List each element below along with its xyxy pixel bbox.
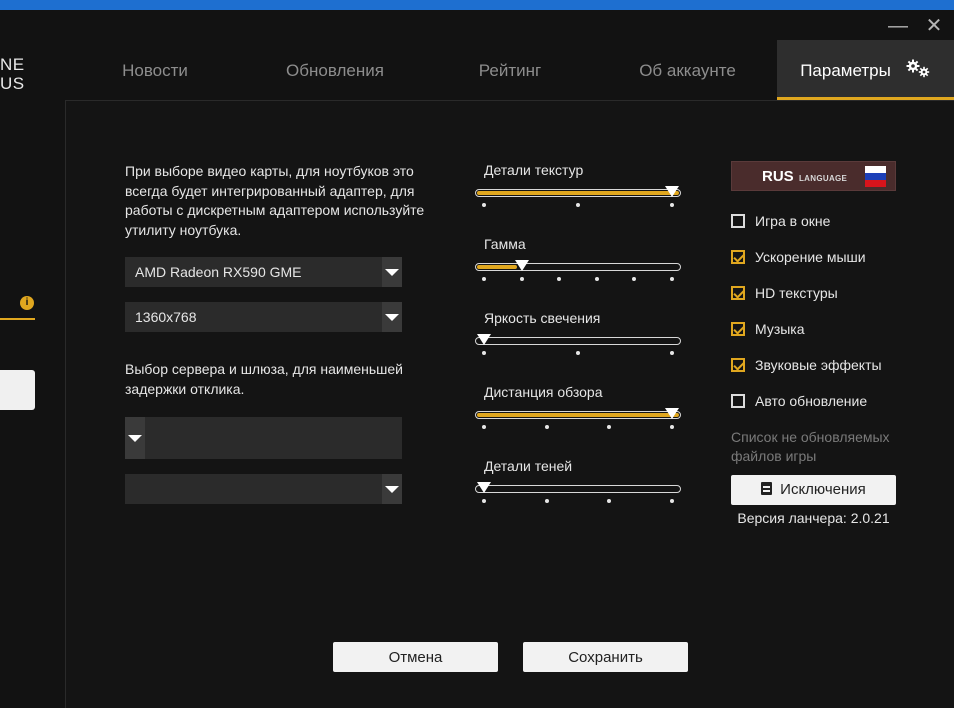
gpu-select-value: AMD Radeon RX590 GME <box>135 264 302 280</box>
language-code: RUS <box>762 168 794 185</box>
cancel-button[interactable]: Отмена <box>333 642 498 672</box>
checkbox-unchecked[interactable] <box>731 214 745 228</box>
option-label: Звуковые эффекты <box>755 357 882 373</box>
option-row[interactable]: Игра в окне <box>731 211 830 231</box>
gear-icon <box>905 43 931 78</box>
resolution-select[interactable]: 1360x768 <box>125 302 402 332</box>
tab-bar: Новости Обновления Рейтинг Об аккаунте П… <box>65 40 954 100</box>
info-icon[interactable]: i <box>20 296 34 310</box>
tab-rating[interactable]: Рейтинг <box>455 40 565 100</box>
option-label: Авто обновление <box>755 393 868 409</box>
resolution-select-value: 1360x768 <box>135 309 197 325</box>
logo-line-1: NE <box>0 55 25 74</box>
slider-step-dot <box>482 203 486 207</box>
slider-label: Гамма <box>484 236 526 252</box>
slider-step-dot <box>482 277 486 281</box>
slider-track[interactable] <box>475 337 681 345</box>
left-panel-divider <box>0 318 35 320</box>
slider-thumb[interactable] <box>514 260 529 271</box>
chevron-down-icon <box>125 417 145 459</box>
option-label: Игра в окне <box>755 213 831 229</box>
slider-fill <box>477 413 679 417</box>
language-word: LANGUAGE <box>799 174 848 183</box>
server-select[interactable] <box>125 417 402 459</box>
slider-step-dot <box>482 499 486 503</box>
slider-step-dot <box>670 351 674 355</box>
slider-step-dot <box>544 499 549 503</box>
tab-updates[interactable]: Обновления <box>265 40 405 100</box>
tab-settings[interactable]: Параметры <box>777 40 954 100</box>
slider-step-dot <box>576 203 580 207</box>
chevron-down-icon <box>382 257 402 287</box>
window-controls: — ✕ <box>886 14 946 38</box>
option-row[interactable]: Ускорение мыши <box>731 247 866 267</box>
logo-line-2: US <box>0 74 25 93</box>
close-button[interactable]: ✕ <box>922 14 946 38</box>
slider-step-dot <box>482 425 486 429</box>
option-row[interactable]: HD текстуры <box>731 283 838 303</box>
exclusions-button[interactable]: Исключения <box>731 475 896 505</box>
title-bar <box>0 0 954 10</box>
slider-step-dot <box>670 499 674 503</box>
slider-thumb[interactable] <box>665 186 679 197</box>
slider-track[interactable] <box>475 411 681 419</box>
slider-track[interactable] <box>475 189 681 197</box>
server-description: Выбор сервера и шлюза, для наименьшей за… <box>125 361 403 397</box>
slider-label: Детали текстур <box>484 162 584 178</box>
option-row[interactable]: Авто обновление <box>731 391 867 411</box>
slider-track[interactable] <box>475 263 681 271</box>
slider-label: Яркость свечения <box>484 310 601 326</box>
slider-step-dot <box>594 277 599 281</box>
checkbox-unchecked[interactable] <box>731 394 745 408</box>
slider-step-dot <box>576 351 580 355</box>
language-selector[interactable]: RUS LANGUAGE <box>731 161 896 191</box>
left-panel-button[interactable] <box>0 370 35 410</box>
checkbox-checked[interactable] <box>731 358 745 372</box>
slider-thumb[interactable] <box>477 482 491 493</box>
option-label: Ускорение мыши <box>755 249 866 265</box>
slider-thumb[interactable] <box>665 408 679 419</box>
save-button[interactable]: Сохранить <box>523 642 688 672</box>
gateway-select[interactable] <box>125 474 402 504</box>
tab-news[interactable]: Новости <box>100 40 210 100</box>
checkbox-checked[interactable] <box>731 322 745 336</box>
exclusions-button-label: Исключения <box>780 481 866 498</box>
tab-settings-label: Параметры <box>800 61 891 80</box>
launcher-version: Версия ланчера: 2.0.21 <box>737 510 890 526</box>
slider-label: Дистанция обзора <box>484 384 603 400</box>
clipboard-icon <box>761 482 773 495</box>
option-row[interactable]: Звуковые эффекты <box>731 355 882 375</box>
checkbox-checked[interactable] <box>731 286 745 300</box>
option-label: HD текстуры <box>755 285 838 301</box>
slider-track[interactable] <box>475 485 681 493</box>
gpu-select[interactable]: AMD Radeon RX590 GME <box>125 257 402 287</box>
russian-flag-icon <box>865 166 886 187</box>
minimize-button[interactable]: — <box>886 14 910 38</box>
option-row[interactable]: Музыка <box>731 319 805 339</box>
slider-label: Детали теней <box>484 458 573 474</box>
option-label: Музыка <box>755 321 805 337</box>
video-description: При выборе видео карты, для ноутбуков эт… <box>125 163 425 238</box>
slider-step-dot <box>519 277 524 281</box>
logo: NE US <box>0 55 25 93</box>
slider-fill <box>477 191 679 195</box>
tab-account[interactable]: Об аккаунте <box>620 40 755 100</box>
checkbox-checked[interactable] <box>731 250 745 264</box>
slider-step-dot <box>670 277 674 281</box>
exclusions-note: Список не обновляемых файлов игры <box>731 429 890 464</box>
slider-step-dot <box>544 425 549 429</box>
chevron-down-icon <box>382 302 402 332</box>
slider-fill <box>477 265 518 269</box>
chevron-down-icon <box>382 474 402 504</box>
slider-step-dot <box>482 351 486 355</box>
slider-step-dot <box>670 425 674 429</box>
slider-thumb[interactable] <box>477 334 491 345</box>
slider-step-dot <box>670 203 674 207</box>
